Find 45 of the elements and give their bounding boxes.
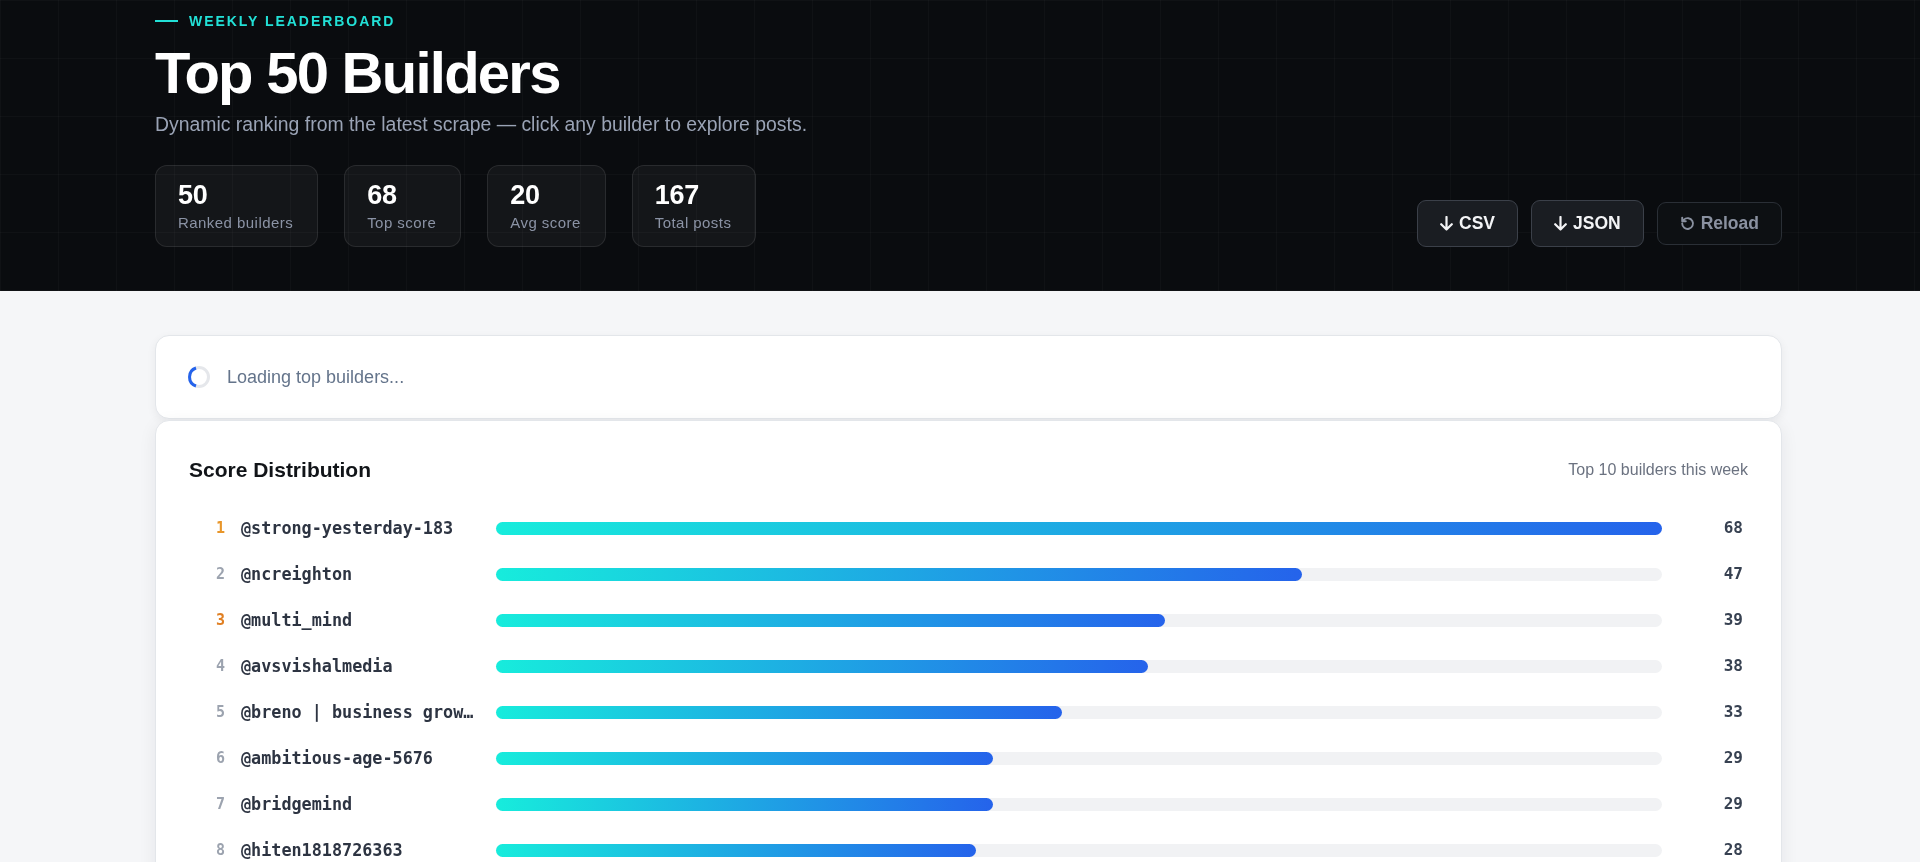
rank-number: 5 [214,703,225,721]
score-value: 39 [1722,611,1744,629]
rank-number: 7 [214,795,225,813]
stat-label: Ranked builders [178,214,294,232]
stat-value: 68 [367,180,398,210]
builder-name[interactable]: @strong-yesterday-183 [241,519,480,537]
stat-label: Avg score [510,214,581,232]
builder-name[interactable]: @ambitious-age-5676 [241,749,480,767]
section-caption: Top 10 builders this week [1568,460,1748,480]
stat-value: 167 [654,180,700,210]
reload-icon [1679,216,1695,231]
rank-number: 6 [214,749,225,767]
rank-number: 8 [214,841,225,859]
spinner-icon [188,366,210,388]
score-value: 28 [1722,841,1744,859]
download-button[interactable]: CSV [1417,200,1518,247]
builder-name[interactable]: @bridgemind [241,795,480,813]
score-value: 29 [1722,795,1744,813]
builder-name[interactable]: @ncreighton [241,565,480,583]
rank-number: 3 [214,611,225,629]
score-value: 68 [1722,519,1744,537]
score-value: 47 [1722,565,1744,583]
rank-number: 4 [214,657,225,675]
stat-label: Top score [367,214,437,232]
builder-name[interactable]: @multi_mind [241,611,480,629]
section-title: Score Distribution [189,457,372,483]
rank-number: 1 [214,519,225,537]
builder-name[interactable]: @breno | business grow… [241,703,480,721]
rank-number: 2 [214,565,225,583]
page-subtitle: Dynamic ranking from the latest scrape — click any builder to explore posts. [155,112,809,136]
download-button[interactable]: JSON [1531,200,1644,247]
stat-value: 50 [178,180,209,210]
builder-name[interactable]: @avsvishalmedia [241,657,480,675]
builder-name[interactable]: @hiten1818726363 [241,841,480,859]
loading-text: Loading top builders... [227,366,405,389]
arrow-down-icon [1440,216,1453,231]
stat-label: Total posts [654,214,732,232]
stat-value: 20 [510,180,541,210]
eyebrow-label: WEEKLY LEADERBOARD [189,12,396,30]
score-value: 38 [1722,657,1744,675]
dash-icon [155,20,178,22]
score-value: 29 [1722,749,1744,767]
score-value: 33 [1722,703,1744,721]
arrow-down-icon [1554,216,1567,231]
page-title: Top 50 Builders [155,41,561,105]
